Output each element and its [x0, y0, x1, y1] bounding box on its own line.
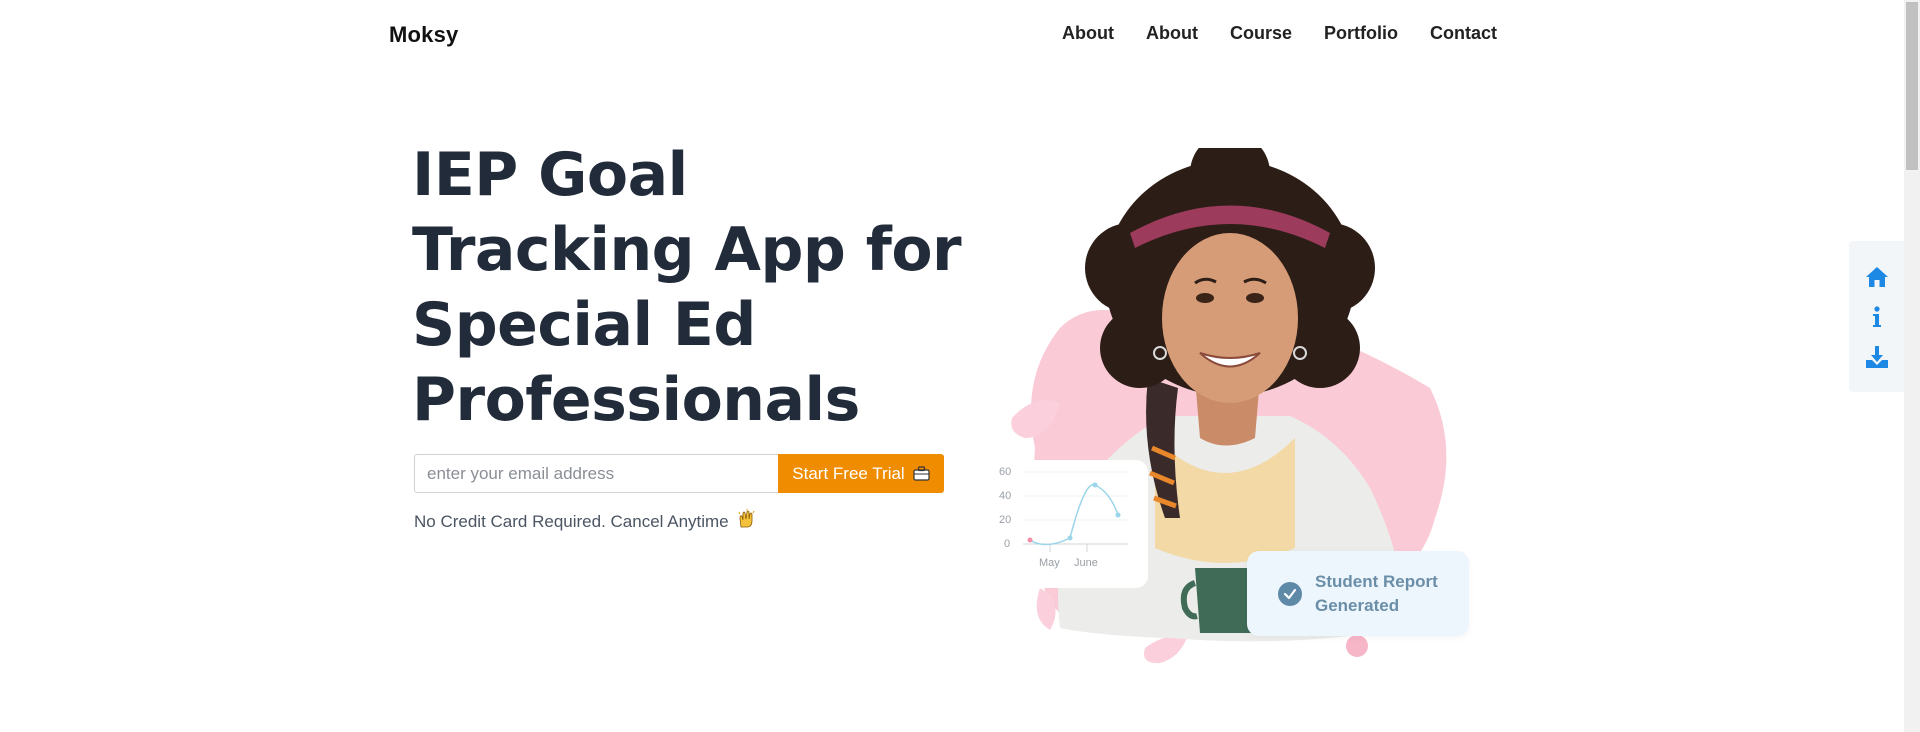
start-free-trial-label: Start Free Trial: [792, 463, 905, 483]
home-icon[interactable]: [1865, 265, 1889, 289]
nav-link-about-2[interactable]: About: [1146, 23, 1198, 44]
person-face: [1162, 233, 1298, 403]
y-tick: 0: [1004, 538, 1010, 550]
mini-chart-point: [1027, 537, 1033, 543]
start-free-trial-button[interactable]: Start Free Trial: [778, 454, 944, 493]
main-nav: About About Course Portfolio Contact: [1062, 23, 1497, 44]
site-logo[interactable]: Moksy: [389, 22, 458, 48]
pink-splash: [1144, 634, 1188, 664]
download-icon[interactable]: [1865, 345, 1889, 369]
site-header: Moksy About About Course Portfolio Conta…: [0, 0, 1904, 70]
mini-chart-point: [1067, 535, 1073, 541]
celebrate-hands-icon: [737, 509, 757, 534]
y-tick: 40: [999, 490, 1011, 502]
mini-chart-point: [1115, 512, 1121, 518]
student-report-label: Student Report Generated: [1315, 571, 1438, 615]
mini-chart-line: [1029, 483, 1119, 546]
y-tick: 60: [999, 466, 1011, 478]
check-circle-icon: [1278, 581, 1302, 606]
hero-title: IEP Goal Tracking App for Special Ed Pro…: [412, 140, 962, 435]
x-label: June: [1074, 557, 1098, 569]
side-toolbar: [1849, 241, 1904, 392]
info-icon[interactable]: [1865, 305, 1889, 329]
student-report-card: Student Report Generated: [1247, 551, 1469, 636]
y-tick: 20: [999, 514, 1011, 526]
briefcase-icon: [913, 466, 930, 481]
pink-dot: [1346, 635, 1368, 657]
email-input[interactable]: [414, 454, 778, 493]
nav-link-contact[interactable]: Contact: [1430, 23, 1497, 44]
signup-form: Start Free Trial: [414, 454, 944, 493]
x-label: May: [1039, 557, 1060, 569]
no-credit-card-note: No Credit Card Required. Cancel Anytime: [414, 509, 757, 534]
nav-link-course[interactable]: Course: [1230, 23, 1292, 44]
note-text: No Credit Card Required. Cancel Anytime: [414, 511, 729, 531]
mini-chart-point: [1092, 482, 1098, 488]
nav-link-portfolio[interactable]: Portfolio: [1324, 23, 1398, 44]
scrollbar-thumb[interactable]: [1906, 2, 1918, 170]
page-scrollbar[interactable]: [1904, 0, 1920, 732]
nav-link-about[interactable]: About: [1062, 23, 1114, 44]
mini-chart-card: 60 40 20 0 May June: [990, 460, 1148, 588]
